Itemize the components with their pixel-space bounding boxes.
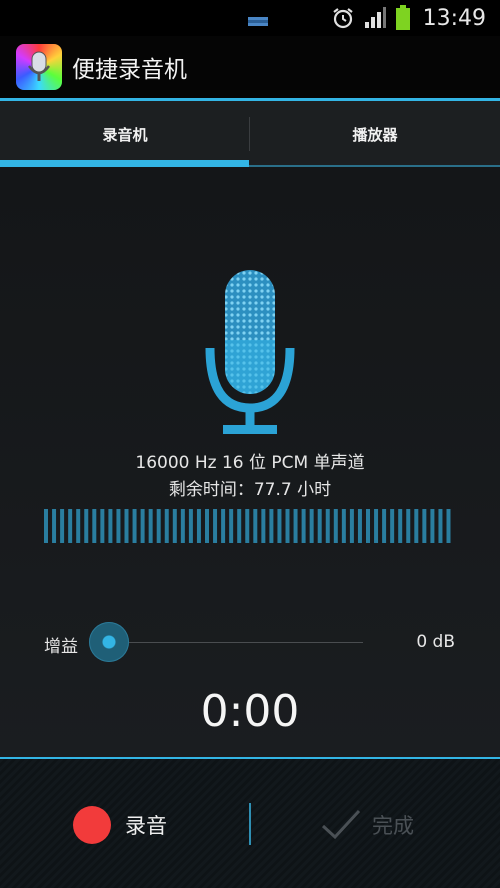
level-meter-bar [446, 509, 451, 543]
level-meter-bar [196, 509, 201, 543]
level-meter-bar [124, 509, 129, 543]
level-meter-bar [172, 509, 177, 543]
record-button[interactable]: 录音 [55, 800, 205, 850]
level-meter-bar [156, 509, 161, 543]
level-meter-bar [221, 509, 226, 543]
level-meter-bar [398, 509, 403, 543]
level-meter-bar [309, 509, 314, 543]
level-meter-bar [132, 509, 137, 543]
notification-icon [248, 17, 268, 26]
level-meter-bar [301, 509, 306, 543]
level-meter-bar [148, 509, 153, 543]
app-microphone-icon[interactable] [16, 44, 62, 90]
level-meter-bar [285, 509, 290, 543]
level-meter-bar [116, 509, 121, 543]
gain-slider-track[interactable] [108, 642, 363, 643]
level-meter-bar [261, 509, 266, 543]
level-meter-bar [76, 509, 81, 543]
level-meter-bar [349, 509, 354, 543]
level-meter [44, 509, 451, 543]
tab-player[interactable]: 播放器 [250, 101, 500, 167]
signal-icon [364, 7, 386, 28]
tab-recorder-label: 录音机 [102, 125, 148, 144]
level-meter-bar [382, 509, 387, 543]
tab-selected-indicator [0, 160, 249, 167]
level-meter-bar [277, 509, 282, 543]
level-meter-bar [180, 509, 185, 543]
level-meter-bar [414, 509, 419, 543]
level-meter-bar [366, 509, 370, 543]
bottom-button-divider [249, 803, 251, 845]
level-meter-bar [253, 509, 258, 543]
level-meter-bar [108, 509, 113, 543]
gain-value: 0 dB [416, 632, 455, 652]
status-bar: 13:49 [0, 0, 500, 36]
gain-slider-thumb[interactable] [89, 622, 129, 662]
level-meter-bar [84, 509, 89, 543]
level-meter-bar [317, 509, 322, 543]
level-meter-bar [390, 509, 395, 543]
level-meter-bar [269, 509, 274, 543]
level-meter-bar [92, 509, 97, 543]
remaining-time-text: 剩余时间：77.7 小时 [168, 480, 332, 500]
level-meter-bar [438, 509, 443, 543]
level-meter-bar [293, 509, 298, 543]
level-meter-bar [205, 509, 209, 543]
level-meter-bar [406, 509, 411, 543]
level-meter-bar [430, 509, 435, 543]
level-meter-bar [341, 509, 346, 543]
level-meter-bar [52, 509, 57, 543]
tab-recorder[interactable]: 录音机 [0, 101, 250, 167]
checkmark-icon [321, 809, 361, 840]
level-meter-bar [237, 509, 242, 543]
level-meter-bar [229, 509, 234, 543]
record-icon [73, 806, 111, 844]
level-meter-bar [245, 509, 250, 543]
level-meter-bar [213, 509, 218, 543]
level-meter-bar [164, 509, 169, 543]
done-label: 完成 [372, 814, 414, 838]
tab-bar: 录音机 播放器 [0, 101, 500, 167]
level-meter-bar [325, 509, 330, 543]
level-meter-bar [100, 509, 105, 543]
microphone-icon [205, 270, 295, 434]
recording-timer: 0:00 [200, 686, 300, 737]
level-meter-bar [60, 509, 65, 543]
level-meter-bar [68, 509, 73, 543]
audio-format-text: 16000 Hz 16 位 PCM 单声道 [135, 453, 365, 473]
level-meter-bar [333, 509, 338, 543]
record-label: 录音 [125, 814, 167, 838]
app-title: 便捷录音机 [72, 57, 187, 83]
status-time: 13:49 [422, 5, 486, 31]
level-meter-bar [44, 509, 48, 543]
action-bar: 便捷录音机 [0, 36, 500, 98]
alarm-icon [332, 8, 353, 29]
level-meter-bar [374, 509, 379, 543]
done-button[interactable]: 完成 [320, 800, 460, 850]
gain-label: 增益 [44, 637, 78, 657]
level-meter-bar [422, 509, 427, 543]
level-meter-bar [140, 509, 145, 543]
level-meter-bar [357, 509, 362, 543]
battery-icon [395, 5, 410, 30]
tab-player-label: 播放器 [352, 125, 398, 144]
level-meter-bar [188, 509, 193, 543]
tab-divider [249, 117, 250, 151]
